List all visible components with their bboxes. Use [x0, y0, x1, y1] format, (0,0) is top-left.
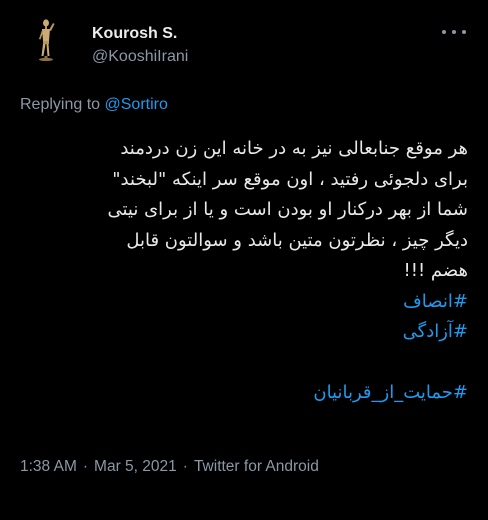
display-name[interactable]: Kourosh S. — [92, 24, 188, 44]
dot — [452, 30, 456, 34]
replying-to: Replying to @Sortiro — [20, 96, 168, 114]
hashtag-link[interactable]: #انصاف — [18, 287, 468, 318]
tweet-text: هر موقع جنابعالی نیز به در خانه این زن د… — [18, 134, 468, 408]
tweet-time[interactable]: 1:38 AM — [20, 458, 77, 475]
user-info: Kourosh S. @KooshiIrani — [92, 24, 188, 67]
tweet-line: برای دلجوئی رفتید ، اون موقع سر اینکه "ل… — [112, 168, 468, 190]
tweet-line: هضم !!! — [403, 260, 468, 281]
wooden-mannequin-icon — [20, 14, 68, 62]
dot — [462, 30, 466, 34]
tweet-date[interactable]: Mar 5, 2021 — [94, 458, 177, 475]
hashtag-link[interactable]: #آزادگی — [18, 317, 468, 348]
separator: · — [182, 458, 188, 475]
more-options-icon[interactable] — [442, 24, 466, 40]
tweet-meta: 1:38 AM · Mar 5, 2021 · Twitter for Android — [20, 458, 319, 476]
tweet: Kourosh S. @KooshiIrani Replying to @Sor… — [0, 0, 488, 520]
hashtag-link[interactable]: #حمایت_از_قربانیان — [18, 378, 468, 409]
tweet-line: دیگر چیز ، نظرتون متین باشد و سوالتون قا… — [126, 229, 468, 251]
replying-to-mention[interactable]: @Sortiro — [105, 96, 168, 113]
separator: · — [82, 458, 89, 475]
tweet-line: شما از بهر درکنار او بودن است و یا از بر… — [107, 199, 468, 220]
tweet-client[interactable]: Twitter for Android — [194, 458, 319, 475]
tweet-line: هر موقع جنابعالی نیز به در خانه این زن د… — [120, 138, 468, 159]
dot — [442, 30, 446, 34]
avatar[interactable] — [20, 14, 68, 62]
user-handle[interactable]: @KooshiIrani — [92, 47, 188, 67]
replying-to-label: Replying to — [20, 96, 101, 113]
